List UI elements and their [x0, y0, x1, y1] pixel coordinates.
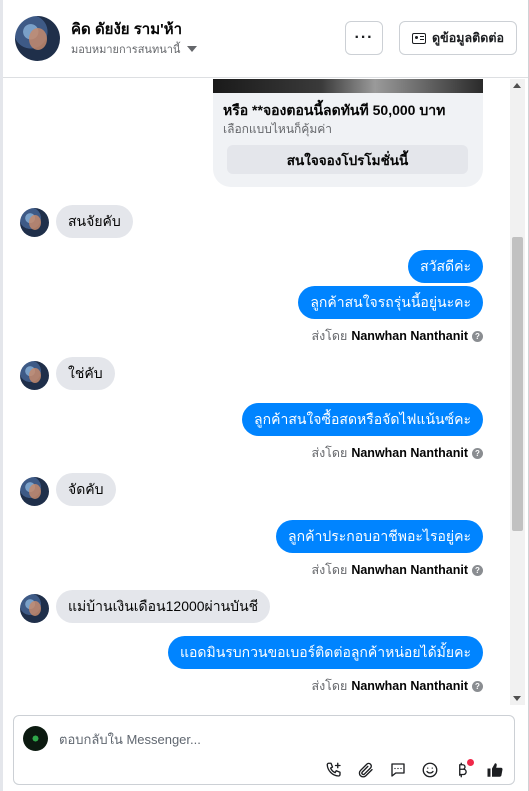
customer-avatar[interactable] [15, 16, 60, 61]
call-icon[interactable] [324, 760, 344, 780]
payment-icon[interactable] [452, 759, 474, 780]
contact-card-icon [412, 32, 427, 44]
assign-conversation-dropdown[interactable]: มอบหมายการสนทนานี้ [71, 40, 198, 58]
incoming-message[interactable]: แม่บ้านเงินเดือน12000ผ่านบันชี [56, 590, 271, 623]
promo-title: หรือ **จองตอนนี้ลดทันที 50,000 บาท [223, 102, 446, 118]
reply-composer [13, 715, 515, 785]
message-list[interactable]: หรือ **จองตอนนี้ลดทันที 50,000 บาท เลือก… [3, 79, 510, 705]
scrollbar-thumb[interactable] [512, 237, 523, 531]
emoji-icon[interactable] [420, 760, 440, 780]
outgoing-message[interactable]: ลูกค้าสนใจรถรุ่นนี้อยู่นะคะ [298, 286, 483, 319]
help-icon[interactable]: ? [472, 564, 483, 576]
sent-by-prefix: ส่งโดย [311, 329, 348, 343]
outgoing-message[interactable]: สวัสดีค่ะ [408, 250, 483, 283]
assign-conversation-label: มอบหมายการสนทนานี้ [71, 44, 181, 56]
help-icon[interactable]: ? [472, 447, 483, 459]
scroll-up-arrow-icon[interactable] [513, 83, 521, 88]
incoming-message[interactable]: ใช่คับ [56, 357, 115, 390]
incoming-message[interactable]: จัดคับ [56, 473, 116, 506]
outgoing-message[interactable]: แอดมินรบกวนขอเบอร์ติดต่อลูกค้าหน่อยได้มั… [167, 636, 483, 669]
more-options-label: ··· [354, 29, 374, 46]
more-options-button[interactable]: ··· [345, 21, 383, 55]
notification-dot [467, 759, 474, 766]
page-avatar [23, 726, 48, 751]
customer-name[interactable]: คิด ดัยงัย ราม'ห้า [71, 17, 182, 41]
caret-down-icon [187, 46, 198, 52]
scroll-down-arrow-icon[interactable] [513, 696, 521, 701]
sent-by-line: ส่งโดย Nanwhan Nanthanit ? [311, 326, 483, 346]
sent-by-line: ส่งโดย Nanwhan Nanthanit ? [311, 676, 483, 696]
chat-scrollbar[interactable] [510, 79, 525, 705]
view-contact-button[interactable]: ดูข้อมูลติดต่อ [399, 21, 517, 55]
sent-by-line: ส่งโดย Nanwhan Nanthanit ? [311, 560, 483, 580]
customer-avatar-small [20, 477, 49, 506]
customer-avatar-small [20, 361, 49, 390]
customer-avatar-small [20, 594, 49, 623]
outgoing-message[interactable]: ลูกค้าสนใจซื้อสดหรือจัดไฟแน้นซ์คะ [242, 403, 483, 436]
outgoing-message[interactable]: ลูกค้าประกอบอาชีพอะไรอยู่คะ [276, 520, 483, 553]
sent-by-prefix: ส่งโดย [311, 446, 348, 460]
promo-image[interactable] [213, 79, 483, 93]
sent-by-agent: Nanwhan Nanthanit [351, 446, 468, 460]
sent-by-agent: Nanwhan Nanthanit [351, 679, 468, 693]
attachment-icon[interactable] [356, 760, 376, 780]
saved-replies-icon[interactable] [388, 760, 408, 780]
like-icon[interactable] [485, 760, 505, 780]
customer-avatar-small [20, 208, 49, 237]
sent-by-agent: Nanwhan Nanthanit [351, 329, 468, 343]
promo-card: หรือ **จองตอนนี้ลดทันที 50,000 บาท เลือก… [213, 79, 483, 187]
help-icon[interactable]: ? [472, 330, 483, 342]
conversation-header: คิด ดัยงัย ราม'ห้า มอบหมายการสนทนานี้ ··… [3, 0, 528, 78]
sent-by-prefix: ส่งโดย [311, 679, 348, 693]
reply-input[interactable] [59, 728, 479, 750]
sent-by-line: ส่งโดย Nanwhan Nanthanit ? [311, 443, 483, 463]
help-icon[interactable]: ? [472, 680, 483, 692]
promo-subtitle: เลือกแบบไหนก็คุ้มค่า [223, 122, 333, 136]
incoming-message[interactable]: สนจัยคับ [56, 205, 133, 238]
view-contact-label: ดูข้อมูลติดต่อ [432, 31, 504, 45]
sent-by-agent: Nanwhan Nanthanit [351, 563, 468, 577]
promo-booking-button[interactable]: สนใจจองโปรโมชั่นนี้ [227, 145, 468, 174]
sent-by-prefix: ส่งโดย [311, 563, 348, 577]
